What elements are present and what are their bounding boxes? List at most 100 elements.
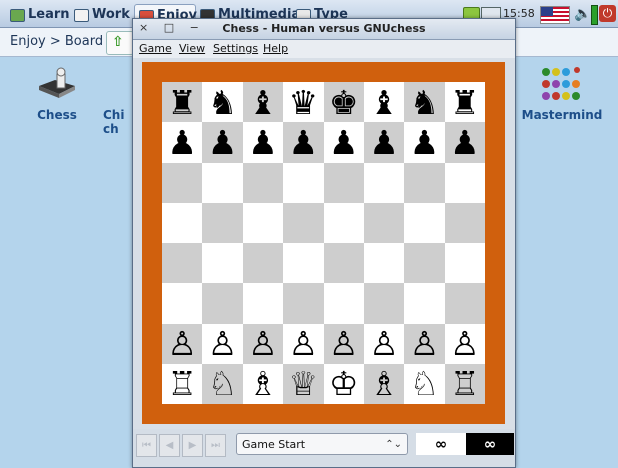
board-square[interactable]: ♖ — [444, 363, 485, 404]
next-move-button[interactable]: ▶ — [182, 434, 203, 457]
board-square[interactable]: ♗ — [242, 363, 284, 404]
board-square[interactable]: ♟ — [404, 122, 445, 163]
board-square[interactable]: ♔ — [323, 363, 364, 404]
board-square[interactable] — [202, 283, 243, 324]
board-square[interactable] — [283, 162, 324, 203]
board-square[interactable] — [162, 162, 203, 203]
board-square[interactable]: ♙ — [363, 323, 405, 364]
last-move-button[interactable]: ⏭ — [205, 434, 226, 457]
board-square[interactable]: ♙ — [444, 323, 485, 364]
board-square[interactable]: ♙ — [323, 323, 364, 364]
tab-label: Work — [92, 7, 130, 22]
up-arrow-icon: ⇧ — [112, 34, 124, 50]
tab-label: Learn — [28, 7, 70, 22]
chess-window: × □ − Chess - Human versus GNUchess Game… — [132, 18, 516, 468]
board-square[interactable] — [283, 202, 324, 243]
board-square[interactable] — [162, 243, 203, 284]
board-square[interactable]: ♗ — [363, 363, 405, 404]
board-square[interactable]: ♘ — [404, 363, 445, 404]
board-square[interactable]: ♞ — [404, 82, 445, 123]
board-square[interactable] — [444, 162, 485, 203]
tab-work[interactable]: Work — [70, 4, 130, 26]
volume-icon[interactable]: 🔈 — [574, 3, 592, 25]
board-square[interactable] — [323, 202, 364, 243]
board-square[interactable] — [242, 162, 284, 203]
board-square[interactable]: ♛ — [283, 82, 324, 123]
board-square[interactable] — [404, 243, 445, 284]
white-clock: ∞ — [416, 433, 466, 455]
board-square[interactable]: ♙ — [162, 323, 203, 364]
board-square[interactable]: ♙ — [242, 323, 284, 364]
chess-board[interactable]: ♜ ♞ ♝ ♛ ♚ ♝ ♞ ♜ ♟ ♟ ♟ ♟ ♟ ♟ ♟ ♟ ♙ ♙ ♙ ♙ ♙ ♙ ♙ ♙ ♖ ♘ ♗ ♕ ♔ ♗ ♘ ♖ — [162, 82, 485, 404]
board-frame: ♜ ♞ ♝ ♛ ♚ ♝ ♞ ♜ ♟ ♟ ♟ ♟ ♟ ♟ ♟ ♟ ♙ ♙ ♙ ♙ ♙ ♙ ♙ ♙ ♖ ♘ ♗ ♕ ♔ ♗ ♘ ♖ — [142, 62, 505, 424]
first-move-button[interactable]: ⏮ — [136, 434, 157, 457]
game-controls: ⏮ ◀ ▶ ⏭ Game Start ⌃⌄ ∞ ∞ — [133, 429, 515, 467]
board-square[interactable] — [242, 202, 284, 243]
menu-help[interactable]: Help — [263, 42, 288, 55]
launcher-chinese-checkers[interactable]: Chi ch — [103, 64, 133, 136]
board-square[interactable] — [162, 202, 203, 243]
board-square[interactable] — [363, 202, 405, 243]
tab-learn[interactable]: Learn — [6, 4, 70, 26]
board-square[interactable] — [202, 243, 243, 284]
board-square[interactable] — [202, 162, 243, 203]
work-icon — [74, 9, 89, 22]
board-square[interactable]: ♚ — [323, 82, 364, 123]
launcher-mastermind[interactable]: Mastermind — [517, 64, 607, 122]
board-square[interactable] — [444, 243, 485, 284]
chess-board-icon — [35, 64, 79, 104]
board-square[interactable]: ♜ — [444, 82, 485, 123]
board-square[interactable]: ♟ — [242, 122, 284, 163]
board-square[interactable]: ♟ — [202, 122, 243, 163]
board-square[interactable] — [202, 202, 243, 243]
board-square[interactable]: ♙ — [202, 323, 243, 364]
black-clock: ∞ — [466, 433, 514, 455]
board-square[interactable] — [283, 283, 324, 324]
board-square[interactable] — [242, 243, 284, 284]
previous-move-button[interactable]: ◀ — [159, 434, 180, 457]
window-titlebar[interactable]: × □ − Chess - Human versus GNUchess — [133, 19, 515, 40]
board-square[interactable]: ♟ — [323, 122, 364, 163]
menu-settings[interactable]: Settings — [213, 42, 258, 55]
menu-game[interactable]: Game — [139, 42, 172, 55]
board-square[interactable] — [283, 243, 324, 284]
board-square[interactable] — [323, 162, 364, 203]
board-square[interactable]: ♝ — [242, 82, 284, 123]
board-square[interactable] — [363, 162, 405, 203]
home-button[interactable]: ⇧ — [106, 31, 134, 55]
window-title: Chess - Human versus GNUchess — [222, 22, 426, 35]
board-square[interactable]: ♖ — [162, 363, 203, 404]
board-square[interactable]: ♟ — [444, 122, 485, 163]
power-icon[interactable]: ⏻ — [599, 5, 616, 22]
launcher-chess[interactable]: Chess — [12, 64, 102, 122]
board-square[interactable]: ♕ — [283, 363, 324, 404]
launcher-label: Chi ch — [103, 108, 125, 136]
menu-bar: Game View Settings Help — [133, 40, 515, 58]
board-square[interactable] — [363, 243, 405, 284]
board-square[interactable] — [404, 202, 445, 243]
board-square[interactable] — [444, 202, 485, 243]
board-square[interactable] — [404, 283, 445, 324]
board-square[interactable] — [323, 243, 364, 284]
keyboard-layout-flag-icon[interactable] — [540, 6, 570, 24]
board-square[interactable] — [404, 162, 445, 203]
board-square[interactable] — [242, 283, 284, 324]
board-square[interactable]: ♞ — [202, 82, 243, 123]
board-square[interactable]: ♘ — [202, 363, 243, 404]
board-square[interactable]: ♝ — [363, 82, 405, 123]
board-square[interactable]: ♟ — [283, 122, 324, 163]
board-square[interactable] — [162, 283, 203, 324]
move-history-select[interactable]: Game Start ⌃⌄ — [236, 433, 408, 455]
board-square[interactable] — [444, 283, 485, 324]
board-square[interactable] — [323, 283, 364, 324]
board-square[interactable]: ♙ — [283, 323, 324, 364]
menu-view[interactable]: View — [179, 42, 205, 55]
move-select-value: Game Start — [242, 438, 306, 451]
board-square[interactable] — [363, 283, 405, 324]
board-square[interactable]: ♟ — [363, 122, 405, 163]
board-square[interactable]: ♟ — [162, 122, 203, 163]
launcher-label: Mastermind — [521, 108, 603, 122]
board-square[interactable]: ♙ — [404, 323, 445, 364]
breadcrumb[interactable]: Enjoy > Board — [10, 34, 103, 49]
board-square[interactable]: ♜ — [162, 82, 203, 123]
